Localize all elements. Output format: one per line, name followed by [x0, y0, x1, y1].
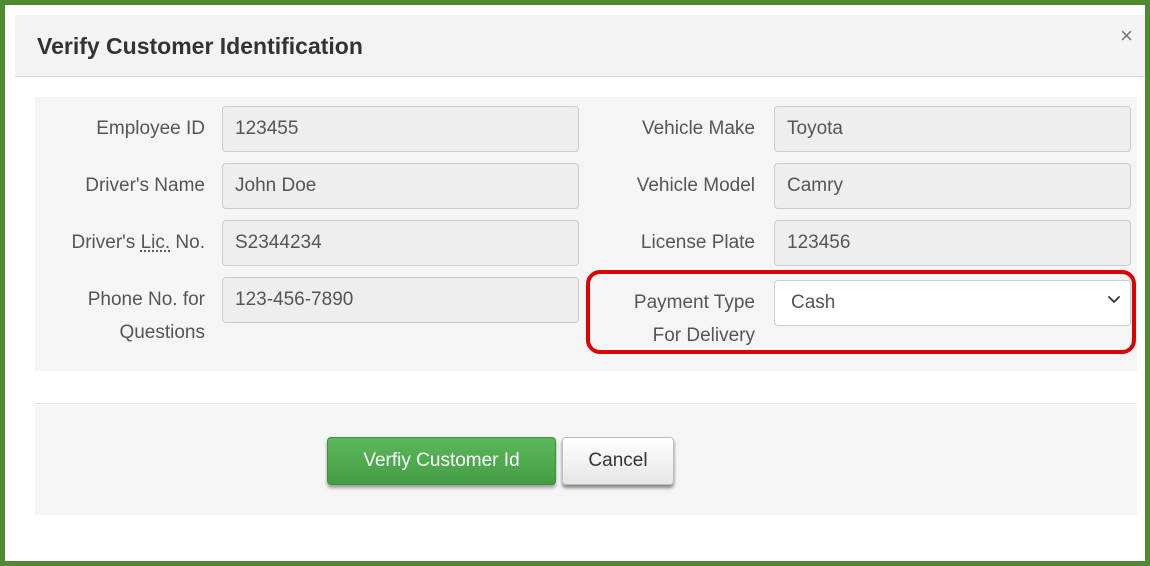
payment-type-label-line1: Payment Type	[633, 292, 755, 313]
vehicle-model-label: Vehicle Model	[636, 175, 755, 196]
modal-frame: Verify Customer Identification × Employe…	[0, 0, 1150, 566]
drivers-license-label-abbr: Lic.	[140, 232, 171, 253]
modal-header: Verify Customer Identification ×	[15, 15, 1145, 77]
payment-type-label-line2: For Delivery	[652, 325, 755, 346]
vehicle-make-label: Vehicle Make	[641, 118, 755, 139]
phone-field[interactable]: 123-456-7890	[222, 277, 579, 323]
form-panel: Employee ID 123455 Driver's Name John Do…	[35, 97, 1137, 371]
drivers-license-label: Driver's Lic. No.	[35, 229, 205, 257]
phone-label-line2: Questions	[119, 322, 205, 343]
drivers-name-field[interactable]: John Doe	[222, 163, 579, 209]
drivers-license-field[interactable]: S2344234	[222, 220, 579, 266]
drivers-license-label-prefix: Driver's	[71, 232, 141, 253]
footer-divider	[35, 403, 1137, 404]
chevron-down-icon	[1108, 296, 1120, 303]
payment-type-selected-value: Cash	[791, 292, 836, 313]
vehicle-make-field[interactable]: Toyota	[774, 106, 1131, 152]
employee-id-label: Employee ID	[96, 118, 205, 139]
payment-type-select[interactable]: Cash	[774, 280, 1131, 326]
license-plate-field[interactable]: 123456	[774, 220, 1131, 266]
vehicle-model-field[interactable]: Camry	[774, 163, 1131, 209]
license-plate-label: License Plate	[640, 232, 755, 253]
phone-label-line1: Phone No. for	[87, 289, 205, 310]
employee-id-field[interactable]: 123455	[222, 106, 579, 152]
drivers-license-label-suffix: No.	[170, 232, 205, 253]
close-icon[interactable]: ×	[1120, 25, 1133, 47]
verify-customer-id-button[interactable]: Verfiy Customer Id	[327, 437, 556, 485]
drivers-name-label: Driver's Name	[85, 175, 205, 196]
cancel-button[interactable]: Cancel	[562, 437, 674, 485]
modal-title: Verify Customer Identification	[37, 33, 363, 59]
